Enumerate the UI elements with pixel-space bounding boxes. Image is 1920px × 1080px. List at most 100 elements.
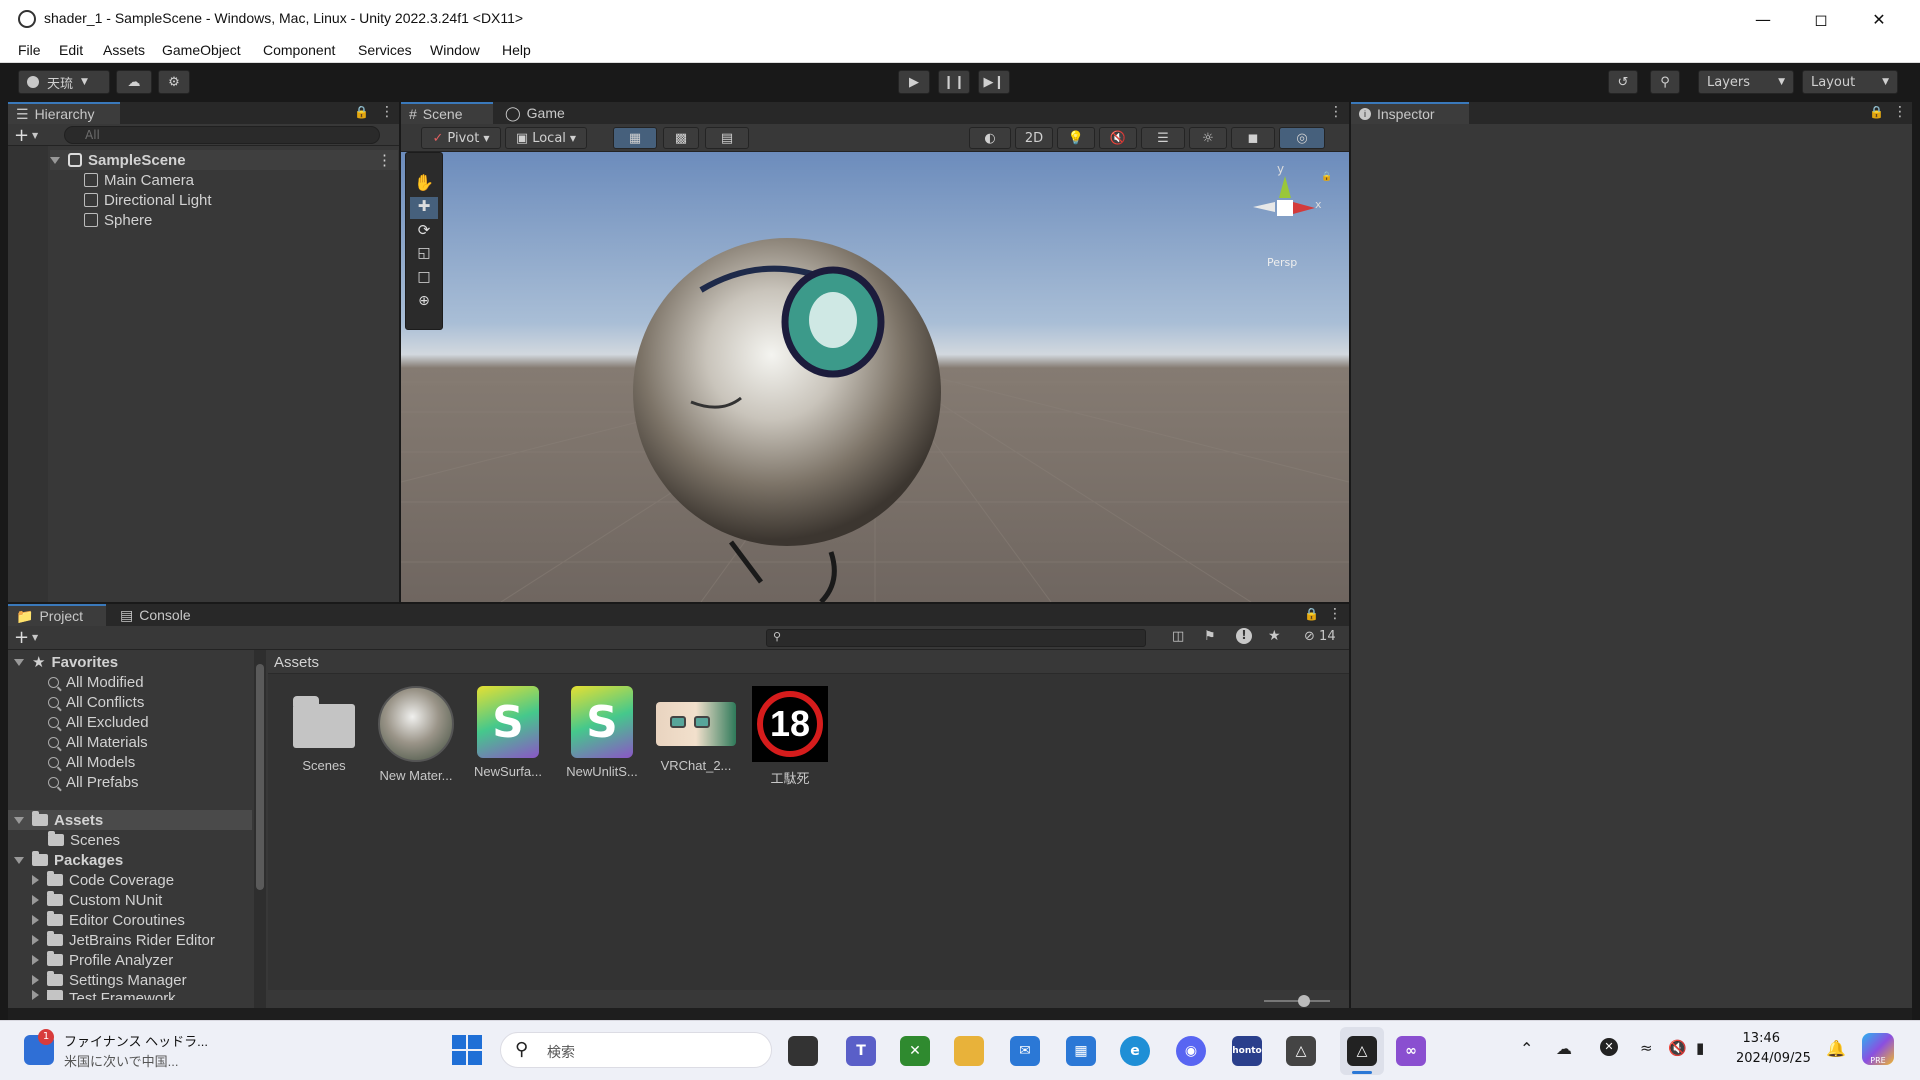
menu-assets[interactable]: Assets [103, 42, 145, 58]
tab-scene[interactable]: # Scene [401, 102, 493, 124]
project-tree-scrollbar[interactable] [254, 650, 266, 1008]
pause-button[interactable]: ❙❙ [938, 70, 970, 94]
discord-icon[interactable]: ◉ [1176, 1036, 1206, 1066]
grid-snap-button[interactable]: ▦ [613, 127, 657, 149]
tab-hierarchy[interactable]: ☰ Hierarchy [8, 102, 120, 124]
scale-tool-icon[interactable]: ◱ [410, 245, 438, 267]
local-dropdown[interactable]: ▣ Local ▼ [505, 127, 587, 149]
shading-mode-dropdown[interactable]: ◐ [969, 127, 1011, 149]
news-subtitle[interactable]: 米国に次いで中国... [64, 1051, 178, 1070]
notification-bell-icon[interactable]: 🔔 [1826, 1039, 1846, 1058]
expand-arrow-icon[interactable] [32, 975, 39, 985]
hierarchy-item-sphere[interactable]: Sphere [84, 210, 152, 230]
lighting-toggle[interactable]: 💡 [1057, 127, 1095, 149]
hand-tool-icon[interactable]: ✋ [410, 173, 438, 195]
scrollbar-thumb[interactable] [256, 664, 264, 890]
asset-item-vrchat-texture[interactable]: VRChat_2... [654, 686, 738, 773]
onedrive-icon[interactable]: ☁ [1556, 1039, 1572, 1058]
label-tag-icon[interactable]: ⚑ [1204, 629, 1216, 644]
mail-icon[interactable]: ✉ [1010, 1036, 1040, 1066]
rect-tool-icon[interactable]: □ [410, 269, 438, 291]
favorite-item[interactable]: All Conflicts [48, 692, 144, 712]
tab-game[interactable]: ◯ Game [497, 102, 577, 124]
speaker-muted-icon[interactable]: 🔇 [1668, 1039, 1687, 1057]
expand-arrow-icon[interactable] [32, 990, 39, 1000]
chevron-up-icon[interactable]: ⌃ [1520, 1039, 1533, 1058]
search-button[interactable]: ⚲ [1650, 70, 1680, 94]
package-item[interactable]: Settings Manager [32, 970, 187, 990]
expand-arrow-icon[interactable] [50, 156, 60, 164]
lock-icon[interactable]: 🔒 [1869, 105, 1884, 119]
favorite-item[interactable]: All Excluded [48, 712, 149, 732]
maximize-button[interactable]: ◻ [1792, 0, 1850, 38]
package-item[interactable]: Profile Analyzer [32, 950, 173, 970]
breadcrumb[interactable]: Assets [274, 654, 319, 671]
expand-arrow-icon[interactable] [32, 915, 39, 925]
folder-item-scenes[interactable]: Scenes [48, 830, 120, 850]
sphere-object[interactable] [633, 238, 941, 546]
tab-console[interactable]: ▤ Console [112, 604, 212, 626]
ruler-button[interactable]: ▤ [705, 127, 749, 149]
asset-item-scenes[interactable]: Scenes [282, 686, 366, 773]
menu-window[interactable]: Window [430, 42, 480, 58]
close-button[interactable]: ✕ [1850, 0, 1908, 38]
xbox-icon[interactable]: ✕ [900, 1036, 930, 1066]
collab-button[interactable]: ⚙ [158, 70, 190, 94]
expand-arrow-icon[interactable] [32, 935, 39, 945]
camera-dropdown[interactable]: ◼ [1231, 127, 1275, 149]
honto-icon[interactable]: honto [1232, 1036, 1262, 1066]
edge-icon[interactable]: e [1120, 1036, 1150, 1066]
scene-viewport[interactable]: ✋ ✚ ⟳ ◱ □ ⊕ y x Persp 🔒 [401, 152, 1349, 602]
gizmo-persp-label[interactable]: Persp [1267, 256, 1297, 269]
favorites-header[interactable]: ★ Favorites [14, 652, 118, 672]
menu-help[interactable]: Help [502, 42, 531, 58]
cloud-button[interactable]: ☁ [116, 70, 152, 94]
visual-studio-icon[interactable]: ∞ [1396, 1036, 1426, 1066]
teams-icon[interactable]: T [846, 1036, 876, 1066]
clock-date[interactable]: 2024/09/25 [1736, 1051, 1816, 1066]
favorite-item[interactable]: All Models [48, 752, 135, 772]
icon-size-slider-thumb[interactable] [1298, 995, 1310, 1007]
hierarchy-item-directional-light[interactable]: Directional Light [84, 190, 212, 210]
star-icon[interactable]: ★ [1268, 628, 1281, 644]
add-icon[interactable]: + [14, 125, 29, 146]
tab-inspector[interactable]: i Inspector [1351, 102, 1469, 124]
add-icon[interactable]: + [14, 627, 29, 648]
step-button[interactable]: ▶❙ [978, 70, 1010, 94]
kebab-menu-icon[interactable]: ⋮ [380, 104, 394, 120]
copilot-icon[interactable]: PRE [1862, 1033, 1894, 1065]
gizmos-dropdown[interactable]: ◎ [1279, 127, 1325, 149]
orientation-gizmo[interactable]: y x Persp 🔒 [1241, 162, 1332, 272]
tab-project[interactable]: 📁 Project [8, 604, 106, 626]
expand-arrow-icon[interactable] [14, 658, 24, 666]
task-view-icon[interactable] [788, 1036, 818, 1066]
menu-services[interactable]: Services [358, 42, 412, 58]
package-item[interactable]: Code Coverage [32, 870, 174, 890]
gizmo-center-cube-icon[interactable] [1277, 200, 1293, 216]
chevron-down-icon[interactable]: ▼ [32, 633, 38, 642]
asset-item-material[interactable]: New Mater... [374, 686, 458, 783]
lock-icon[interactable]: 🔒 [1304, 607, 1319, 621]
snap-increment-button[interactable]: ▩ [663, 127, 699, 149]
filter-type-icon[interactable]: ◫ [1172, 629, 1184, 644]
hierarchy-search-input[interactable]: All [64, 126, 380, 144]
unity-editor-taskbar-item[interactable]: △ [1340, 1027, 1384, 1075]
battery-icon[interactable]: ▮ [1696, 1039, 1704, 1057]
layers-dropdown[interactable]: Layers ▼ [1698, 70, 1794, 94]
wifi-icon[interactable]: ≈ [1640, 1039, 1653, 1057]
favorite-item[interactable]: All Materials [48, 732, 148, 752]
transform-tool-icon[interactable]: ⊕ [410, 293, 438, 315]
menu-edit[interactable]: Edit [59, 42, 83, 58]
hierarchy-item-main-camera[interactable]: Main Camera [84, 170, 194, 190]
file-explorer-icon[interactable] [954, 1036, 984, 1066]
expand-arrow-icon[interactable] [14, 816, 24, 824]
menu-file[interactable]: File [18, 42, 41, 58]
taskbar-search-box[interactable]: ⚲ 検索 [500, 1032, 772, 1068]
menu-component[interactable]: Component [263, 42, 335, 58]
2d-toggle[interactable]: 2D [1015, 127, 1053, 149]
app-tray-icon[interactable]: ✕ [1600, 1038, 1618, 1056]
kebab-menu-icon[interactable]: ⋮ [1893, 104, 1907, 120]
gizmo-neg-x-axis-icon[interactable] [1253, 202, 1275, 212]
warning-icon[interactable]: ! [1236, 628, 1252, 644]
expand-arrow-icon[interactable] [32, 955, 39, 965]
